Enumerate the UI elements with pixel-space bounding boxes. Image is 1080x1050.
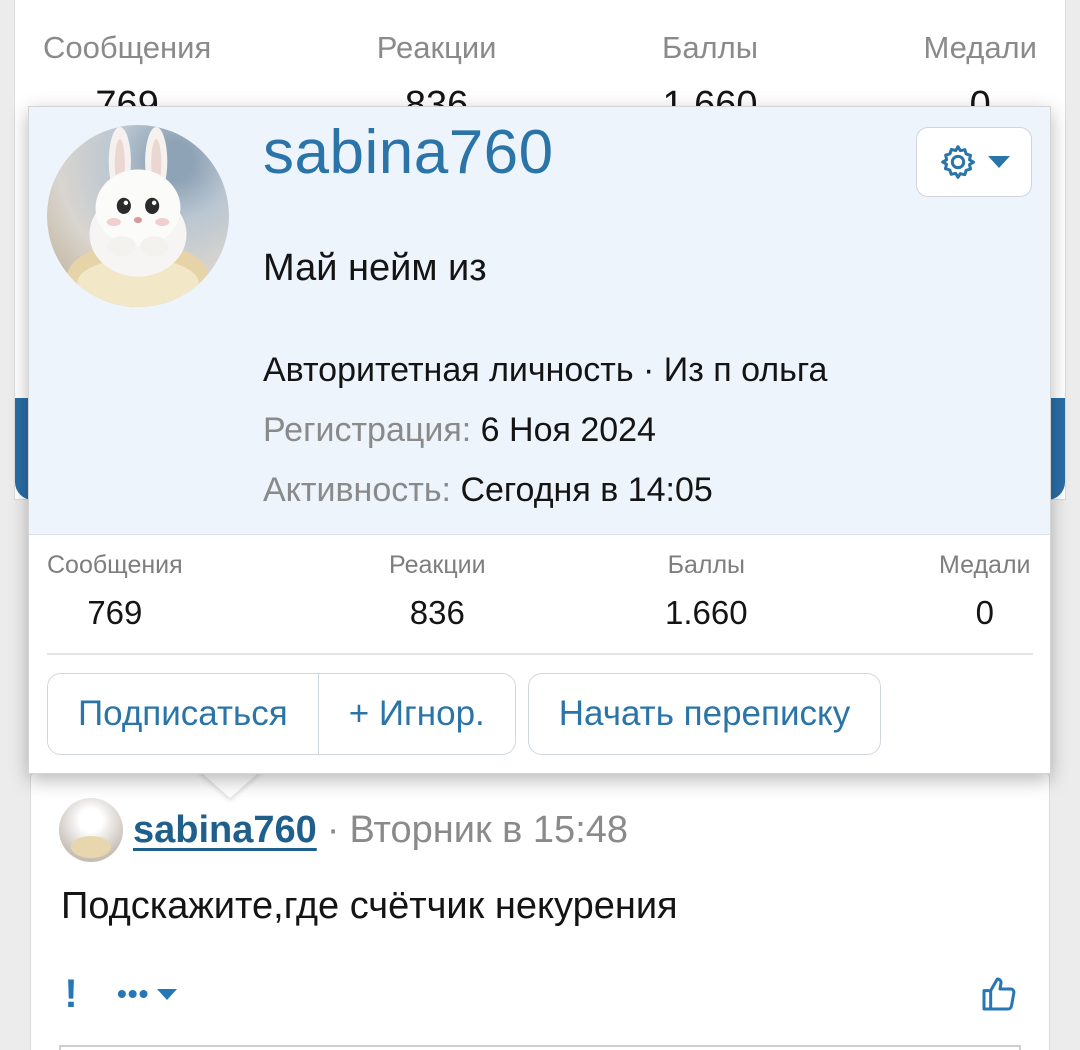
bg-stat-label: Медали <box>923 30 1037 65</box>
background-stats: Сообщения 769 Реакции 836 Баллы 1.660 Ме… <box>15 30 1065 126</box>
chevron-down-icon <box>157 988 178 1000</box>
popup-stats: Сообщения 769 Реакции 836 Баллы 1.660 Ме… <box>47 551 1033 655</box>
stat-messages[interactable]: Сообщения 769 <box>47 551 183 632</box>
stat-label: Баллы <box>667 551 746 579</box>
more-options-button[interactable]: ••• <box>117 978 178 1010</box>
bg-stat-messages[interactable]: Сообщения 769 <box>43 30 212 126</box>
bg-stat-points[interactable]: Баллы 1.660 <box>661 30 759 126</box>
popup-username[interactable]: sabina760 <box>263 117 554 188</box>
stat-value: 1.660 <box>665 594 748 631</box>
user-status-text: Май нейм из <box>263 247 487 289</box>
stat-value: 0 <box>975 594 994 631</box>
start-conversation-button[interactable]: Начать переписку <box>527 673 882 755</box>
stat-label: Реакции <box>389 551 486 579</box>
bg-stat-label: Баллы <box>661 30 759 65</box>
popup-header: sabina760 Май нейм из Авторитетная лично… <box>29 107 1050 535</box>
user-title-location: Авторитетная личность · Из п ольга <box>263 351 828 389</box>
post-avatar[interactable] <box>59 798 123 862</box>
reply-box[interactable] <box>59 1045 1021 1050</box>
stat-label: Медали <box>939 551 1031 579</box>
bg-stat-label: Сообщения <box>43 30 212 65</box>
registration-value: 6 Ноя 2024 <box>480 411 656 449</box>
follow-ignore-group: Подписаться + Игнор. <box>47 673 516 755</box>
settings-menu-button[interactable] <box>916 127 1032 197</box>
ignore-button[interactable]: + Игнор. <box>317 674 515 754</box>
stat-medals[interactable]: Медали 0 <box>939 551 1031 632</box>
bunny-avatar[interactable] <box>47 125 229 307</box>
avatar-illustration <box>67 127 209 307</box>
bg-stat-medals[interactable]: Медали 0 <box>923 30 1037 126</box>
stat-label: Сообщения <box>47 551 183 579</box>
activity-label: Активность: <box>263 471 451 509</box>
post-header: sabina760 · Вторник в 15:48 <box>59 797 628 863</box>
stat-value: 769 <box>87 594 143 631</box>
post-text: Подскажите,где счётчик некурения <box>61 885 678 927</box>
report-button[interactable]: ! <box>59 972 83 1017</box>
gear-icon <box>941 145 975 179</box>
stat-points[interactable]: Баллы 1.660 <box>665 551 748 632</box>
follow-button[interactable]: Подписаться <box>48 674 318 754</box>
popup-actions: Подписаться + Игнор. Начать переписку <box>47 673 882 755</box>
stat-reactions[interactable]: Реакции 836 <box>389 551 486 632</box>
post-card: sabina760 · Вторник в 15:48 Подскажите,г… <box>30 772 1050 1050</box>
post-separator: · <box>326 808 340 851</box>
more-dots-icon: ••• <box>117 978 150 1009</box>
member-tooltip-popup: sabina760 Май нейм из Авторитетная лично… <box>28 106 1051 774</box>
registration-info: Регистрация: 6 Ноя 2024 <box>263 411 656 450</box>
chevron-down-icon <box>988 156 1010 168</box>
stat-value: 836 <box>409 594 465 631</box>
thumbs-up-icon[interactable] <box>979 974 1019 1014</box>
post-timestamp[interactable]: Вторник в 15:48 <box>349 809 628 852</box>
activity-info: Активность: Сегодня в 14:05 <box>263 471 713 510</box>
registration-label: Регистрация: <box>263 411 472 449</box>
post-username-link[interactable]: sabina760 <box>133 809 317 852</box>
bg-stat-reactions[interactable]: Реакции 836 <box>376 30 497 126</box>
bg-stat-label: Реакции <box>376 30 497 65</box>
post-actions: ! ••• <box>59 969 1019 1019</box>
activity-value: Сегодня в 14:05 <box>460 471 713 509</box>
